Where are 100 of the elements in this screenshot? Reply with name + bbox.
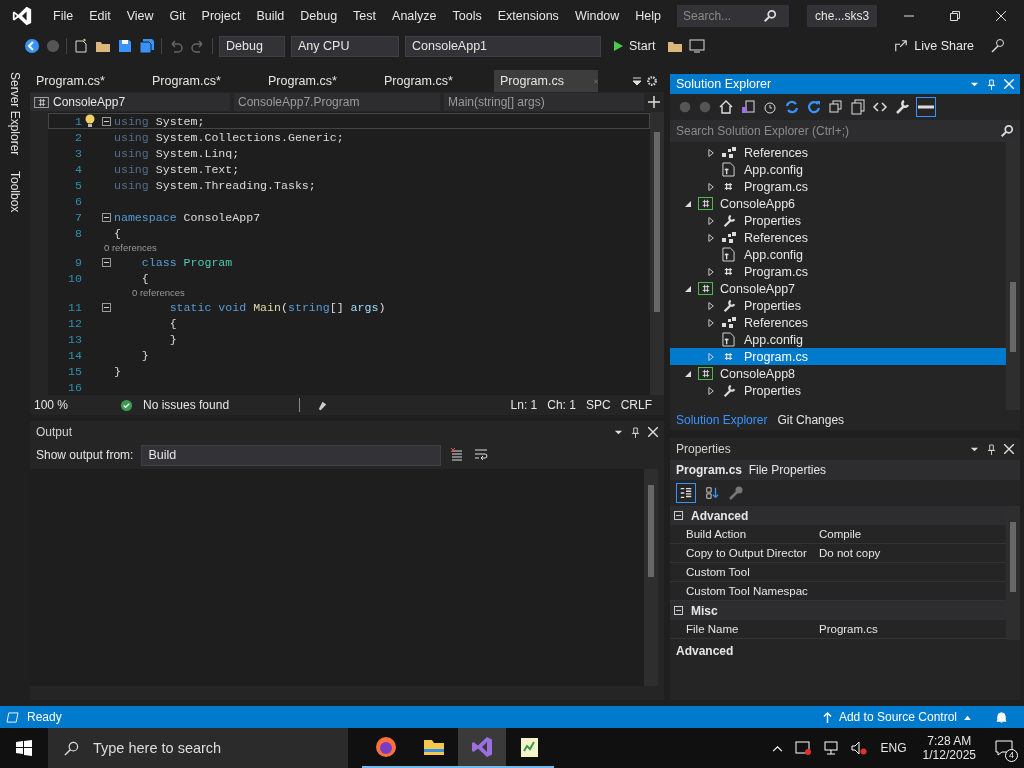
menu-item[interactable]: Build bbox=[248, 9, 293, 23]
tree-item[interactable]: References bbox=[670, 314, 1006, 331]
search-field[interactable]: Search Solution Explorer (Ctrl+;) bbox=[676, 124, 1000, 138]
close-icon[interactable] bbox=[648, 427, 658, 437]
search-field[interactable]: Search... bbox=[683, 9, 764, 23]
undo-icon[interactable] bbox=[168, 38, 184, 54]
pin-icon[interactable] bbox=[987, 443, 996, 455]
project-dropdown[interactable]: ConsoleApp7 bbox=[30, 93, 230, 111]
expanded-arrow-icon[interactable] bbox=[684, 284, 692, 293]
panel-tab[interactable]: Solution Explorer bbox=[674, 412, 770, 428]
redo-icon[interactable] bbox=[190, 38, 206, 54]
lightbulb-icon[interactable] bbox=[84, 114, 96, 128]
property-name[interactable]: Build Action bbox=[670, 528, 815, 540]
collapsed-arrow-icon[interactable] bbox=[708, 215, 715, 226]
save-icon[interactable] bbox=[117, 38, 133, 54]
editor-tab[interactable]: Program.cs* bbox=[378, 70, 490, 92]
collapse-icon[interactable] bbox=[102, 116, 111, 126]
network-icon[interactable] bbox=[822, 740, 839, 756]
search-field[interactable]: Type here to search bbox=[48, 728, 348, 768]
tray-app-icon[interactable] bbox=[794, 740, 811, 756]
scrollbar[interactable] bbox=[650, 112, 664, 395]
tree-item[interactable]: Properties bbox=[670, 297, 1006, 314]
tree-item[interactable]: Properties bbox=[670, 212, 1006, 229]
split-icon[interactable] bbox=[648, 96, 660, 108]
search-field[interactable]: Search... bbox=[677, 5, 790, 27]
collapsed-arrow-icon[interactable] bbox=[708, 232, 715, 243]
menu-item[interactable]: Analyze bbox=[384, 9, 445, 23]
preview-toggle[interactable] bbox=[916, 97, 936, 117]
collapsed-arrow-icon[interactable] bbox=[708, 385, 715, 396]
side-tab[interactable]: Toolbox bbox=[8, 169, 22, 215]
property-value[interactable]: Compile bbox=[819, 528, 862, 540]
expanded-arrow-icon[interactable] bbox=[684, 199, 692, 208]
muted-speaker-icon[interactable] bbox=[850, 740, 867, 756]
member-dropdown[interactable]: Main(string[] args) bbox=[444, 93, 644, 111]
switch-views-icon[interactable] bbox=[740, 99, 756, 115]
class-dropdown[interactable]: ConsoleApp7.Program bbox=[234, 93, 440, 111]
property-name[interactable]: Custom Tool bbox=[670, 566, 815, 578]
collapse-icon[interactable] bbox=[674, 606, 683, 615]
menu-item[interactable]: Window bbox=[566, 9, 628, 23]
search-field[interactable]: Type here to search bbox=[93, 740, 348, 756]
tree-item[interactable]: Properties bbox=[670, 382, 1006, 399]
collapse-icon[interactable] bbox=[102, 257, 111, 267]
menu-item[interactable]: Extensions bbox=[489, 9, 567, 23]
sync-icon[interactable] bbox=[784, 99, 800, 115]
pin-icon[interactable] bbox=[631, 426, 640, 438]
search-field[interactable]: Search Solution Explorer (Ctrl+;) bbox=[670, 120, 1020, 142]
menu-item[interactable]: Test bbox=[345, 9, 385, 23]
tree-item[interactable]: Program.cs bbox=[670, 263, 1006, 280]
monitor-icon[interactable] bbox=[689, 38, 706, 54]
tree-item[interactable]: References bbox=[670, 229, 1006, 246]
bell-icon[interactable] bbox=[995, 710, 1008, 724]
collapse-icon[interactable] bbox=[102, 302, 111, 312]
side-tab[interactable]: Server Explorer bbox=[8, 70, 22, 158]
tree-item[interactable]: References bbox=[670, 144, 1006, 161]
expanded-arrow-icon[interactable] bbox=[684, 369, 692, 378]
close-icon[interactable] bbox=[1004, 444, 1014, 454]
codelens-text[interactable]: 0 references bbox=[132, 287, 185, 298]
panel-tab[interactable]: Git Changes bbox=[775, 412, 847, 428]
tree-item[interactable]: ConsoleApp7 bbox=[670, 280, 1006, 297]
line-position[interactable]: Ln: 1 bbox=[510, 398, 538, 412]
configuration-dropdown[interactable]: Debug bbox=[219, 35, 285, 57]
property-name[interactable]: Copy to Output Director bbox=[670, 547, 815, 559]
live-share-button[interactable]: Live Share bbox=[894, 39, 974, 53]
home-icon[interactable] bbox=[718, 99, 734, 115]
editor-tab[interactable]: Program.cs bbox=[494, 70, 598, 92]
source-control-button[interactable]: Add to Source Control bbox=[822, 710, 971, 724]
back-icon[interactable] bbox=[24, 38, 40, 54]
whitespace-mode[interactable]: SPC bbox=[585, 398, 611, 412]
dropdown-icon[interactable] bbox=[632, 76, 642, 86]
start-button[interactable]: Start bbox=[607, 39, 662, 53]
clock-icon[interactable] bbox=[762, 99, 778, 115]
collapse-all-icon[interactable] bbox=[828, 99, 844, 115]
menu-item[interactable]: Tools bbox=[444, 9, 490, 23]
startup-project-dropdown[interactable]: ConsoleApp1 bbox=[405, 35, 601, 57]
property-value[interactable]: Do not copy bbox=[819, 547, 881, 559]
scrollbar[interactable] bbox=[644, 469, 658, 686]
settings-icon[interactable] bbox=[646, 75, 658, 87]
feedback-icon[interactable] bbox=[990, 38, 1006, 54]
clock[interactable]: 7:28 AM 1/12/2025 bbox=[914, 734, 984, 762]
output-source-dropdown[interactable]: Build bbox=[141, 444, 442, 466]
language-indicator[interactable]: ENG bbox=[880, 741, 907, 755]
word-wrap-icon[interactable] bbox=[473, 447, 490, 463]
collapse-icon[interactable] bbox=[102, 212, 111, 222]
key-icon[interactable] bbox=[728, 485, 744, 501]
collapsed-arrow-icon[interactable] bbox=[708, 147, 715, 158]
refresh-icon[interactable] bbox=[806, 99, 822, 115]
line-endings[interactable]: CRLF bbox=[620, 398, 652, 412]
new-item-icon[interactable] bbox=[73, 38, 89, 54]
issues-status[interactable]: No issues found bbox=[143, 398, 230, 412]
menu-item[interactable]: Edit bbox=[81, 9, 119, 23]
menu-item[interactable]: Project bbox=[193, 9, 249, 23]
menu-item[interactable]: Debug bbox=[292, 9, 346, 23]
object-selector[interactable]: Program.cs File Properties bbox=[670, 460, 1020, 480]
wrench-icon[interactable] bbox=[894, 99, 910, 115]
editor-tab[interactable]: Program.cs* bbox=[146, 70, 258, 92]
editor-tab[interactable]: Program.cs* bbox=[30, 70, 142, 92]
collapsed-arrow-icon[interactable] bbox=[708, 317, 715, 328]
tree-item[interactable]: App.config bbox=[670, 161, 1006, 178]
categorized-button[interactable] bbox=[676, 483, 696, 503]
menu-item[interactable]: View bbox=[118, 9, 162, 23]
